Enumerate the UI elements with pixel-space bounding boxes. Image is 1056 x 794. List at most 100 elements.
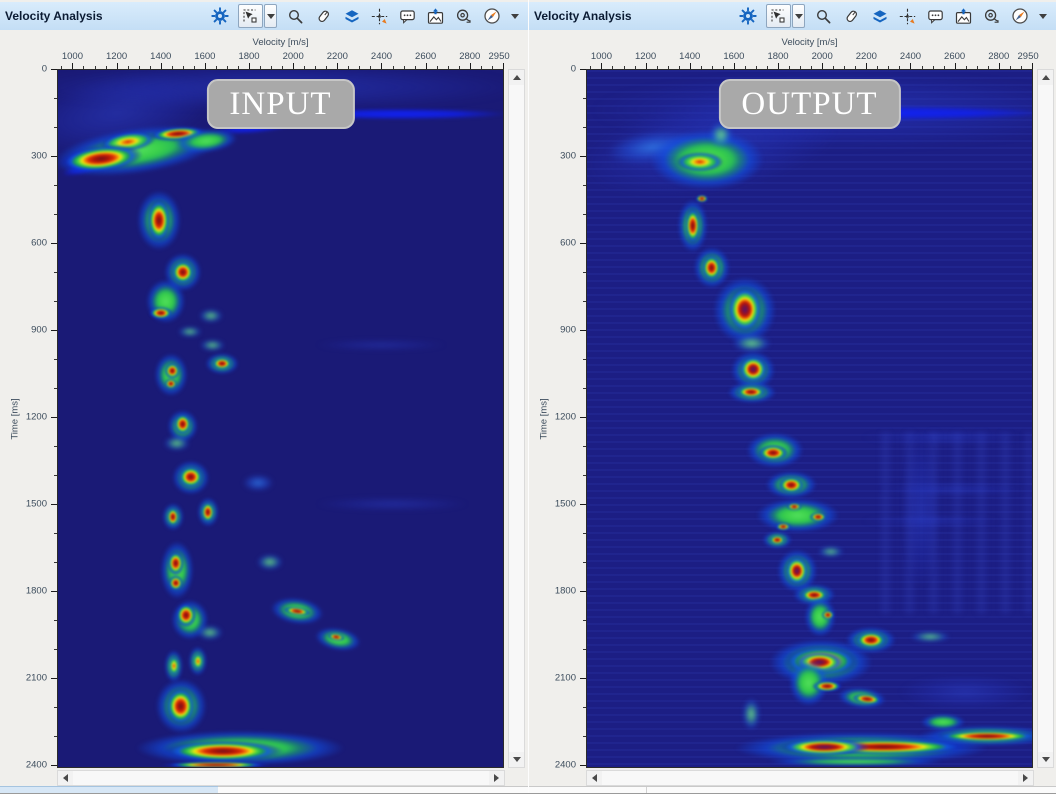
horizontal-scrollbar[interactable] — [586, 770, 1034, 786]
x-tick-label: 2600 — [944, 51, 965, 62]
zoom-icon[interactable] — [814, 6, 833, 26]
semblance-blob — [650, 129, 764, 190]
semblance-blob — [201, 502, 215, 524]
export-image-icon[interactable] — [954, 6, 973, 26]
mouse-tool-icon[interactable] — [314, 6, 333, 26]
semblance-blob — [877, 484, 1031, 496]
vertical-scrollbar[interactable] — [1037, 69, 1054, 768]
semblance-blob — [778, 476, 804, 494]
compass-icon[interactable] — [1010, 6, 1029, 26]
toolbar — [738, 4, 1051, 28]
semblance-blob — [769, 639, 872, 685]
x-tick-label: 2200 — [327, 51, 348, 62]
x-tick-label: 2950 — [489, 51, 510, 62]
mouse-tool-icon[interactable] — [842, 6, 861, 26]
semblance-blob — [732, 335, 772, 352]
semblance-blob — [726, 286, 762, 332]
velocity-analysis-app: Velocity Analysis Velocity [m/s] 1000120… — [0, 0, 1056, 794]
compass-menu-caret-icon[interactable] — [1038, 14, 1048, 19]
semblance-blob — [175, 603, 196, 628]
scroll-down-button[interactable] — [509, 752, 524, 767]
semblance-blob — [174, 127, 238, 156]
scroll-left-button[interactable] — [587, 771, 602, 785]
measure-tape-icon[interactable] — [454, 6, 473, 26]
scroll-up-button[interactable] — [1038, 70, 1053, 85]
bottom-strip-segment — [0, 786, 218, 794]
semblance-plot[interactable]: OUTPUT — [586, 69, 1033, 768]
pick-crosshair-icon[interactable] — [370, 6, 389, 26]
y-tick-label: 1500 — [555, 499, 576, 510]
semblance-blob — [851, 692, 883, 706]
scroll-right-button[interactable] — [1018, 771, 1033, 785]
y-tick-label: 0 — [42, 64, 47, 75]
semblance-blob — [166, 507, 179, 527]
semblance-blob — [861, 516, 1004, 526]
scroll-left-button[interactable] — [58, 771, 73, 785]
semblance-blob — [178, 466, 204, 489]
y-tick-label: 2400 — [555, 760, 576, 771]
y-tick-label: 300 — [31, 151, 47, 162]
pick-crosshair-icon[interactable] — [898, 6, 917, 26]
semblance-blob — [695, 194, 708, 203]
semblance-blob — [676, 152, 724, 172]
select-mode-split-button[interactable] — [238, 4, 277, 28]
semblance-blob — [932, 730, 1033, 742]
horizontal-scrollbar[interactable] — [57, 770, 505, 786]
semblance-blob — [776, 522, 791, 531]
overlay-label: INPUT — [206, 79, 354, 129]
semblance-blob — [315, 497, 469, 510]
x-tick-label: 1600 — [194, 51, 215, 62]
semblance-blob — [756, 499, 840, 532]
semblance-blob — [769, 535, 785, 545]
panel-titlebar: Velocity Analysis — [0, 2, 528, 30]
settings-gear-icon[interactable] — [738, 6, 757, 26]
comment-icon[interactable] — [398, 6, 417, 26]
semblance-blob — [767, 757, 943, 766]
semblance-blob — [677, 199, 708, 253]
select-mode-split-button[interactable] — [766, 4, 805, 28]
y-tick-label: 1800 — [26, 586, 47, 597]
settings-gear-icon[interactable] — [210, 6, 229, 26]
semblance-blob — [165, 362, 180, 379]
semblance-blob — [837, 685, 887, 710]
x-tick-label: 2400 — [900, 51, 921, 62]
x-tick-label: 1800 — [767, 51, 788, 62]
semblance-blob — [178, 326, 202, 338]
bottom-strip-divider — [646, 787, 647, 794]
semblance-blob — [160, 541, 193, 599]
layers-icon[interactable] — [342, 6, 361, 26]
semblance-blob — [821, 610, 834, 620]
y-tick-label: 900 — [560, 325, 576, 336]
layers-icon[interactable] — [870, 6, 889, 26]
triangle-down-icon — [1042, 757, 1050, 766]
semblance-blob — [777, 549, 817, 592]
y-tick-label: 900 — [31, 325, 47, 336]
select-mode-icon[interactable] — [238, 4, 263, 28]
select-mode-caret-icon[interactable] — [264, 4, 277, 28]
x-tick-label: 2800 — [988, 51, 1009, 62]
semblance-blob — [736, 386, 767, 399]
compass-icon[interactable] — [482, 6, 501, 26]
select-mode-caret-icon[interactable] — [792, 4, 805, 28]
semblance-blob — [243, 474, 274, 491]
semblance-blob — [146, 280, 186, 323]
select-mode-icon[interactable] — [766, 4, 791, 28]
scroll-right-button[interactable] — [489, 771, 504, 785]
measure-tape-icon[interactable] — [982, 6, 1001, 26]
semblance-blob — [701, 254, 722, 281]
vertical-scrollbar[interactable] — [508, 69, 525, 768]
panel-title: Velocity Analysis — [5, 9, 103, 23]
scroll-up-button[interactable] — [509, 70, 524, 85]
zoom-icon[interactable] — [286, 6, 305, 26]
semblance-blob — [197, 498, 218, 527]
x-tick-label: 1200 — [106, 51, 127, 62]
scroll-down-button[interactable] — [1038, 752, 1053, 767]
semblance-plot[interactable]: INPUT — [57, 69, 504, 768]
semblance-blob — [167, 551, 185, 576]
semblance-blob — [60, 150, 123, 181]
comment-icon[interactable] — [926, 6, 945, 26]
semblance-blob — [793, 584, 835, 606]
compass-menu-caret-icon[interactable] — [510, 14, 520, 19]
semblance-blob — [171, 599, 208, 639]
export-image-icon[interactable] — [426, 6, 445, 26]
